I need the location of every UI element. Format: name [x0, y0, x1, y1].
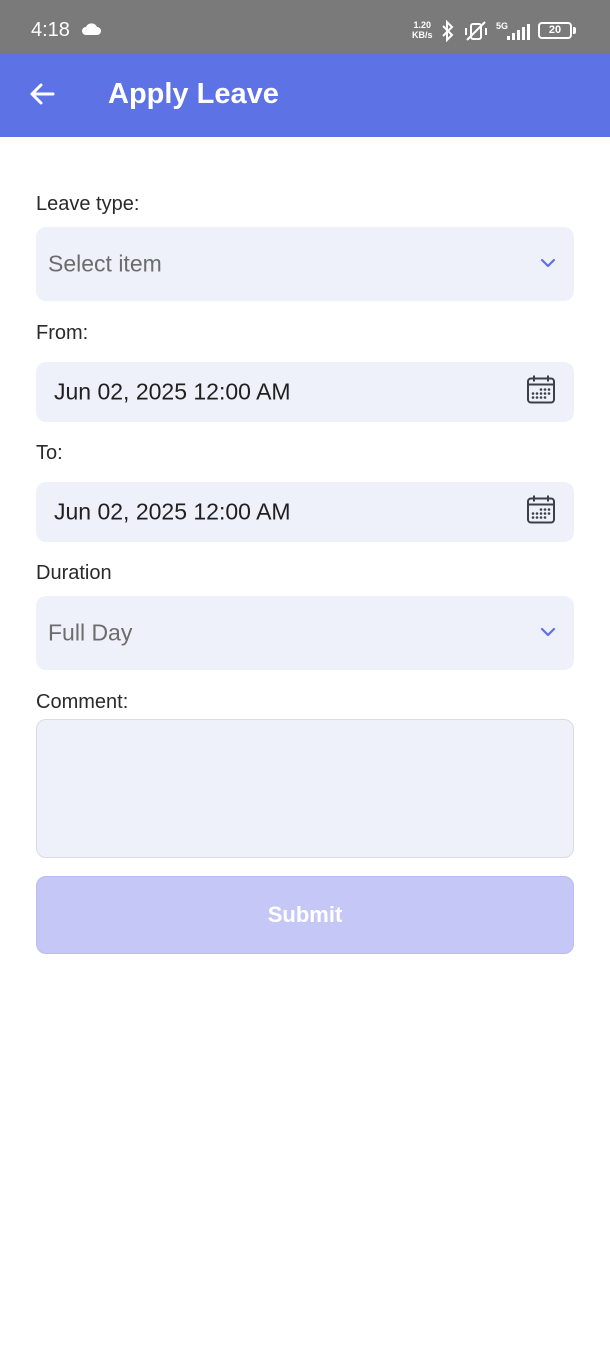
duration-value: Full Day — [48, 619, 133, 646]
from-date-field[interactable]: Jun 02, 2025 12:00 AM — [36, 362, 574, 422]
submit-button[interactable]: Submit — [36, 876, 574, 954]
to-date-value: Jun 02, 2025 12:00 AM — [54, 498, 291, 525]
vibrate-off-icon — [463, 20, 489, 47]
leave-type-placeholder: Select item — [48, 250, 162, 277]
status-bar: 4:18 1.20 KB/s 5G 20 — [0, 0, 610, 54]
app-bar: Apply Leave — [0, 54, 610, 137]
battery-level: 20 — [548, 24, 562, 36]
duration-label: Duration — [36, 562, 112, 584]
from-date-value: Jun 02, 2025 12:00 AM — [54, 378, 291, 405]
network-speed: 1.20 KB/s — [412, 20, 433, 40]
chevron-down-icon — [540, 624, 556, 642]
status-time: 4:18 — [31, 19, 70, 41]
comment-textarea[interactable] — [36, 719, 574, 858]
battery-tip — [573, 27, 576, 34]
network-speed-value: 1.20 — [413, 20, 432, 30]
bluetooth-icon — [441, 19, 455, 47]
leave-type-dropdown[interactable]: Select item — [36, 227, 574, 301]
calendar-icon[interactable] — [526, 375, 556, 410]
calendar-icon[interactable] — [526, 495, 556, 530]
back-button[interactable] — [24, 78, 60, 114]
signal-icon — [507, 24, 531, 45]
comment-label: Comment: — [36, 691, 129, 713]
cloud-icon — [81, 22, 101, 41]
battery-icon: 20 — [538, 22, 572, 39]
arrow-left-icon — [29, 83, 55, 110]
to-label: To: — [36, 442, 63, 464]
network-speed-unit: KB/s — [412, 30, 433, 40]
from-label: From: — [36, 322, 89, 344]
page-title: Apply Leave — [108, 78, 279, 110]
leave-type-label: Leave type: — [36, 193, 140, 215]
to-date-field[interactable]: Jun 02, 2025 12:00 AM — [36, 482, 574, 542]
duration-dropdown[interactable]: Full Day — [36, 596, 574, 670]
chevron-down-icon — [540, 255, 556, 273]
